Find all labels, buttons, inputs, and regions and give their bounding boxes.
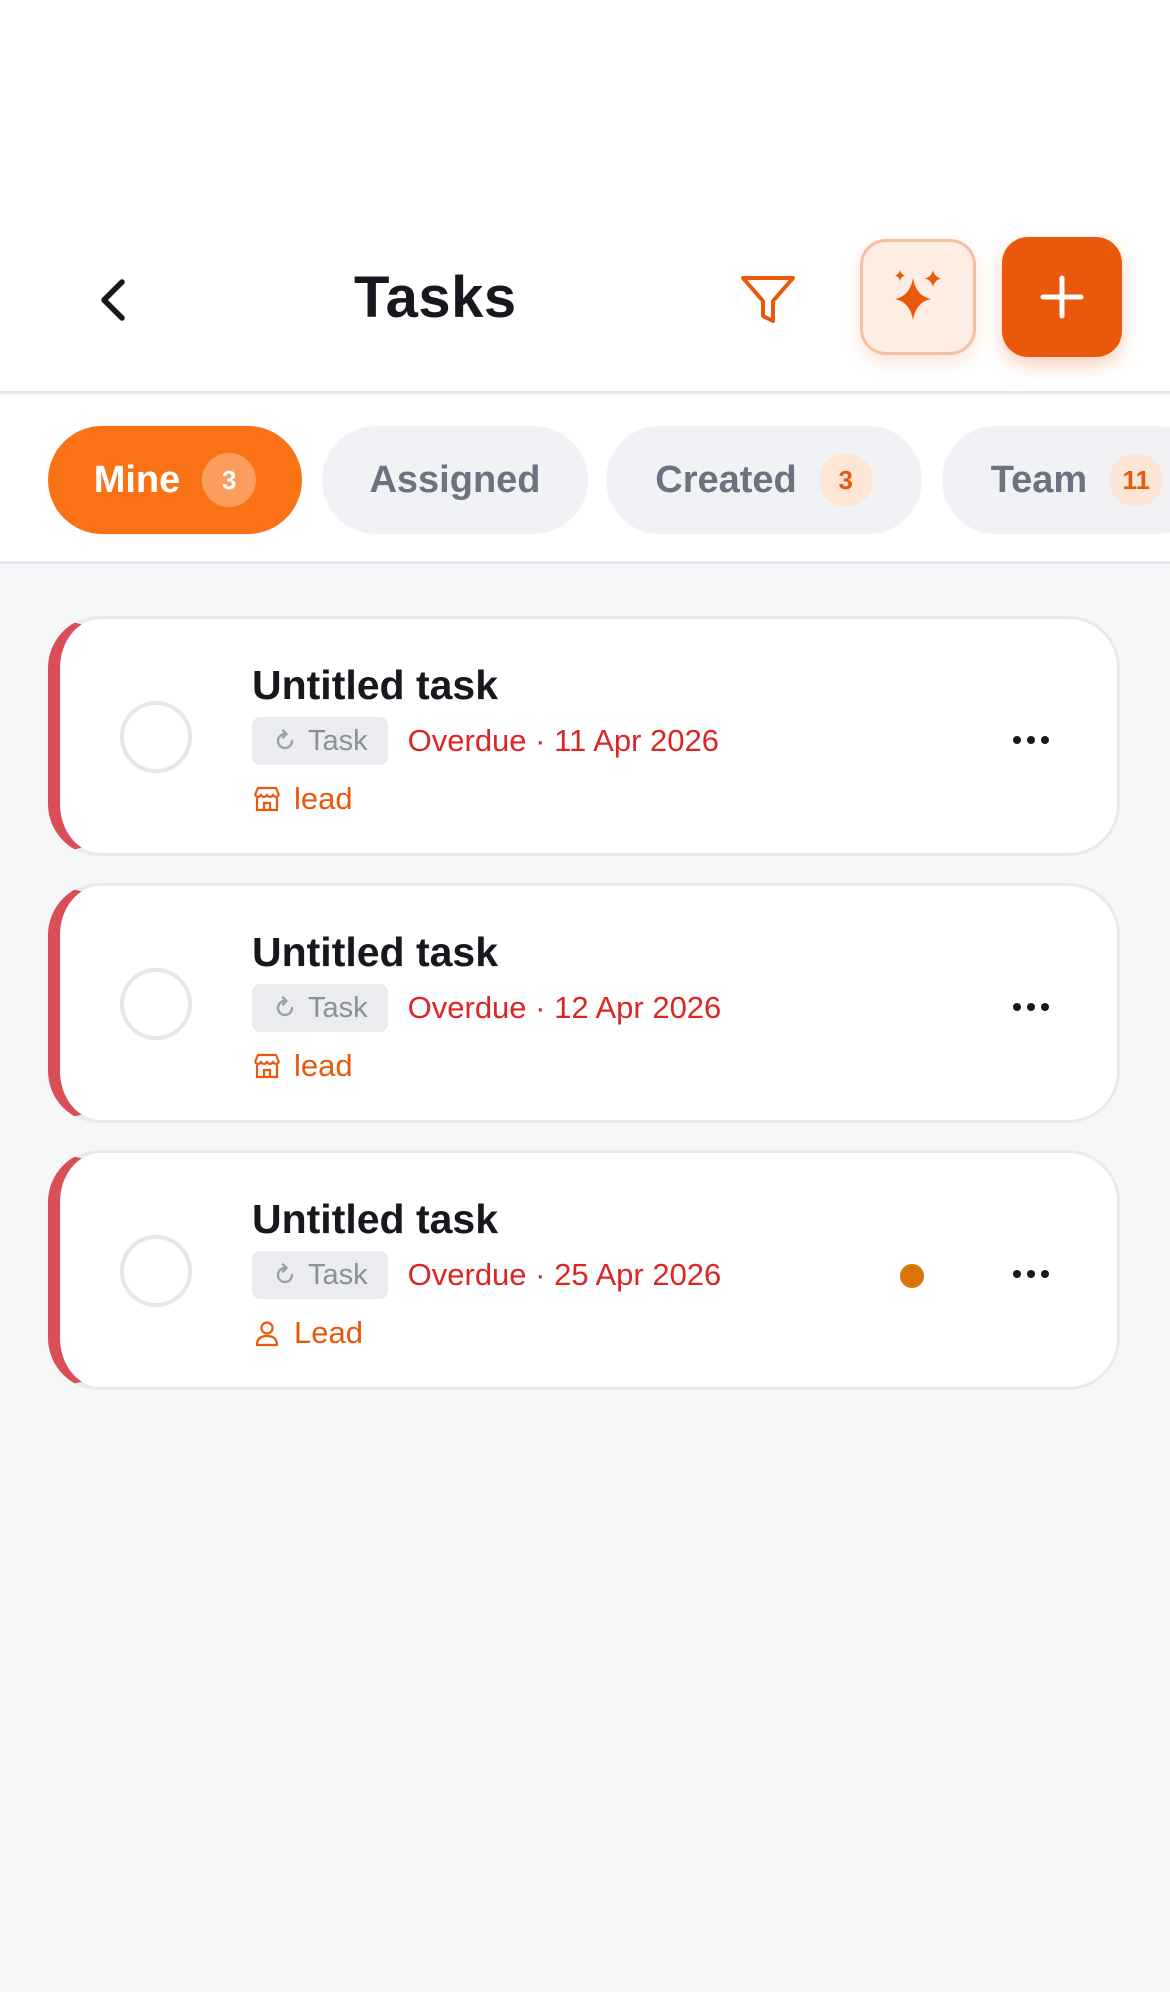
task-meta: Task Overdue · 11 Apr 2026 (252, 717, 719, 765)
storefront-icon (253, 786, 281, 812)
task-complete-checkbox[interactable] (120, 1235, 192, 1307)
more-dot (1013, 1270, 1021, 1278)
tab-label: Created (655, 458, 797, 501)
task-more-button[interactable] (996, 715, 1066, 765)
task-title: Untitled task (252, 1196, 499, 1242)
tab-assigned[interactable]: Assigned (322, 426, 588, 534)
tab-count-badge: 3 (202, 453, 257, 507)
task-related-record[interactable]: lead (252, 1044, 353, 1088)
more-dot (1041, 1270, 1049, 1278)
task-complete-checkbox[interactable] (120, 701, 192, 773)
task-complete-checkbox[interactable] (120, 968, 192, 1040)
more-dot (1041, 1003, 1049, 1011)
tab-label: Mine (93, 458, 181, 501)
refresh-icon (276, 1263, 294, 1284)
header: Tasks (0, 0, 1170, 394)
chevron-left-icon (101, 279, 125, 321)
task-more-button[interactable] (996, 982, 1066, 1032)
task-type-chip: Task (252, 984, 388, 1032)
add-task-button[interactable] (1002, 237, 1122, 357)
sparkles-icon (895, 270, 941, 320)
more-dot (1041, 736, 1049, 744)
tab-team[interactable]: Team 11 (942, 426, 1170, 534)
task-card[interactable]: Untitled task Task Overdue · 12 Apr 2026… (48, 883, 1120, 1123)
more-dot (1027, 1270, 1035, 1278)
funnel-icon (741, 276, 795, 323)
storefront-icon (253, 1053, 281, 1079)
task-related-record[interactable]: lead (252, 777, 353, 821)
more-dot (1013, 1003, 1021, 1011)
tab-label: Assigned (369, 458, 541, 501)
page-title: Tasks (354, 265, 517, 330)
tab-created[interactable]: Created 3 (606, 426, 922, 534)
task-due-date: Overdue · 12 Apr 2026 (407, 990, 722, 1025)
more-dot (1013, 736, 1021, 744)
task-title: Untitled task (252, 662, 499, 708)
task-meta: Task Overdue · 12 Apr 2026 (252, 984, 721, 1032)
task-type-label: Task (308, 1258, 368, 1291)
tab-count-badge: 3 (818, 453, 873, 507)
tab-count-badge: 11 (1109, 453, 1164, 507)
task-related-label: lead (294, 781, 353, 816)
refresh-icon (276, 729, 294, 750)
task-related-label: Lead (294, 1315, 363, 1350)
status-dot (900, 1264, 924, 1288)
more-dot (1027, 736, 1035, 744)
task-type-label: Task (308, 991, 368, 1024)
task-meta: Task Overdue · 25 Apr 2026 (252, 1251, 721, 1299)
more-dot (1027, 1003, 1035, 1011)
task-due-date: Overdue · 25 Apr 2026 (407, 1257, 722, 1292)
task-related-record[interactable]: Lead (252, 1311, 363, 1355)
task-card[interactable]: Untitled task Task Overdue · 11 Apr 2026… (48, 616, 1120, 856)
back-button[interactable] (86, 260, 142, 340)
task-title: Untitled task (252, 929, 499, 975)
tab-mine[interactable]: Mine 3 (48, 426, 302, 534)
ai-assist-button[interactable] (860, 239, 976, 355)
refresh-icon (276, 996, 294, 1017)
task-more-button[interactable] (996, 1249, 1066, 1299)
task-related-label: lead (294, 1048, 353, 1083)
task-type-chip: Task (252, 717, 388, 765)
task-type-chip: Task (252, 1251, 388, 1299)
filter-button[interactable] (728, 260, 808, 340)
tasks-screen: Tasks Mine 3 Assigned Created 3 Team 11 … (0, 0, 1170, 1992)
task-card[interactable]: Untitled task Task Overdue · 25 Apr 2026… (48, 1150, 1120, 1390)
task-due-date: Overdue · 11 Apr 2026 (407, 723, 719, 758)
person-icon (255, 1321, 279, 1347)
task-type-label: Task (308, 724, 368, 757)
filter-tabs: Mine 3 Assigned Created 3 Team 11 (0, 394, 1170, 564)
tab-label: Team (990, 458, 1088, 501)
plus-icon (1040, 275, 1084, 319)
